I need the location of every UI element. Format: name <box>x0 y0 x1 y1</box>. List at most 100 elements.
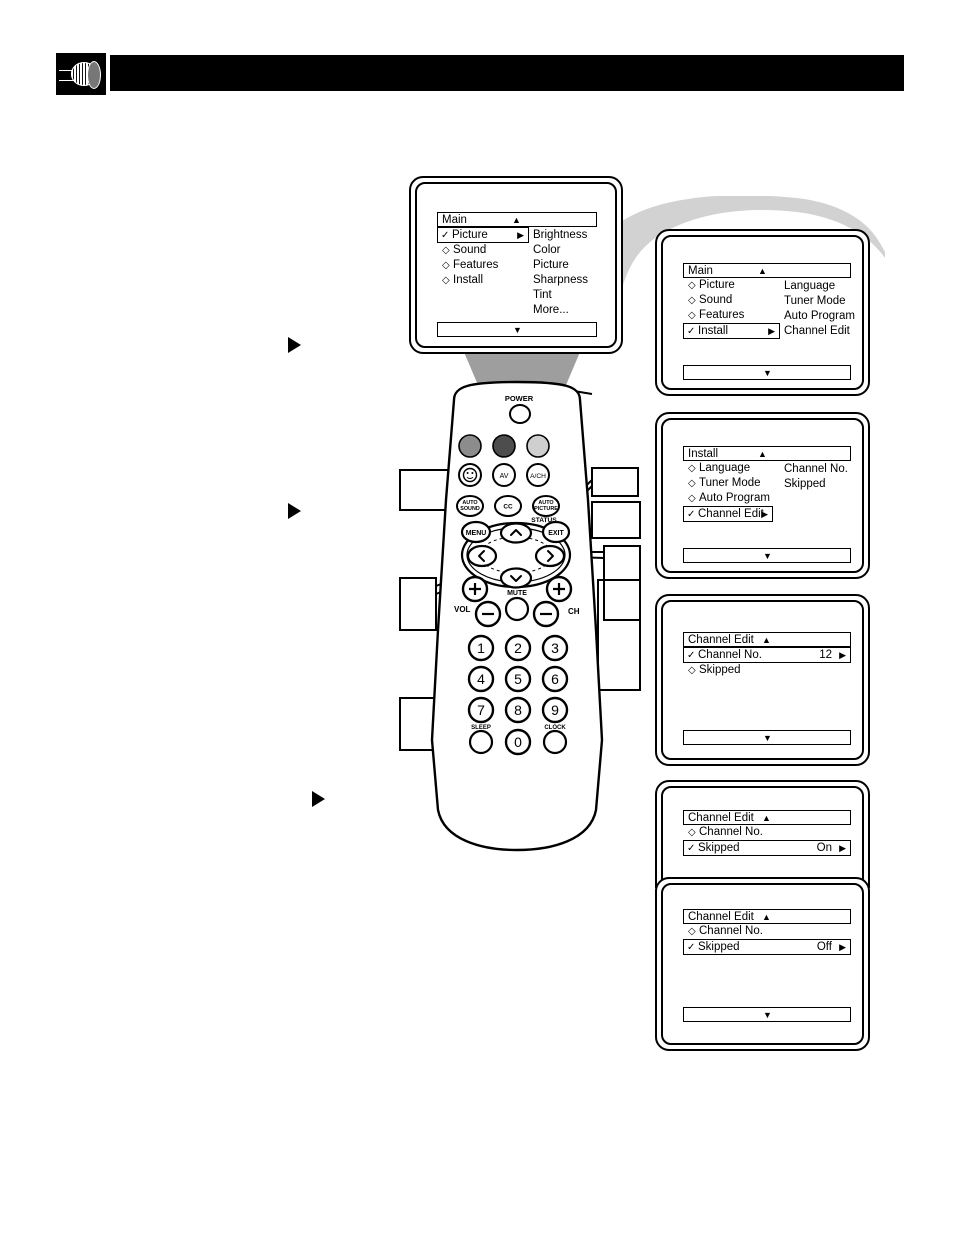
osd-item-label: Skipped <box>698 941 740 953</box>
submenu-arrow-icon: ▶ <box>517 230 524 240</box>
osd-item-label: Channel No. <box>699 925 763 937</box>
osd-item-channel-edit[interactable]: ✓ Channel Edit ▶ <box>683 506 773 522</box>
osd-title: Channel Edit ▲ <box>683 632 851 647</box>
osd-sub-channel-no[interactable]: Channel No. <box>784 462 848 477</box>
exit-label: EXIT <box>548 530 564 537</box>
color-button-1[interactable] <box>458 434 482 458</box>
submenu-arrow-icon: ▶ <box>839 942 846 952</box>
osd-scroll-down-bar[interactable]: ▼ <box>683 1007 851 1022</box>
osd-title-text: Channel Edit <box>688 812 754 824</box>
cursor-down-button[interactable] <box>499 567 533 589</box>
osd-item-features[interactable]: ◇ Features <box>437 258 597 273</box>
osd-channel-edit-skipped-on: Channel Edit ▲ ◇ Channel No. ✓ Skipped On … <box>683 810 851 856</box>
panel-main-install-selected: Main ▲ ◇ Picture ◇ Sound ◇ Features ✓ Instal… <box>655 229 870 396</box>
osd-item-label: Features <box>453 259 499 271</box>
color-button-3[interactable] <box>526 434 550 458</box>
osd-item-channel-no[interactable]: ✓ Channel No. 12 ▶ <box>683 647 851 663</box>
diamond-icon: ◇ <box>688 827 696 838</box>
osd-title: Install ▲ <box>683 446 851 461</box>
osd-title-text: Channel Edit <box>688 911 754 923</box>
osd-item-label: Sound <box>699 294 733 306</box>
osd-item-install[interactable]: ✓ Install ▶ <box>683 323 780 339</box>
osd-item-skipped[interactable]: ✓ Skipped On ▶ <box>683 840 851 856</box>
osd-sub-sharpness[interactable]: Sharpness <box>533 273 588 288</box>
scroll-down-arrow-icon: ▼ <box>763 1010 772 1020</box>
submenu-arrow-icon: ▶ <box>761 509 768 519</box>
mute-label: MUTE <box>507 590 527 597</box>
osd-sub-tuner-mode[interactable]: Tuner Mode <box>784 294 846 309</box>
osd-item-label: Picture <box>699 279 735 291</box>
osd-item-label: Channel No. <box>698 649 762 661</box>
diamond-icon: ◇ <box>688 310 696 321</box>
osd-title-text: Channel Edit <box>688 634 754 646</box>
submenu-arrow-icon: ▶ <box>768 326 775 336</box>
cursor-up-button[interactable] <box>499 522 533 544</box>
key-4-label: 4 <box>477 671 485 687</box>
cursor-left-button[interactable] <box>466 544 498 568</box>
submenu-arrow-icon: ▶ <box>839 650 846 660</box>
key-0-label: 0 <box>514 734 522 750</box>
osd-sub-auto-program[interactable]: Auto Program <box>784 309 855 324</box>
tv-screen-main-menu: Main ▲ ✓ Picture ▶ ◇ Sound ◇ Features ◇ Inst… <box>409 176 623 354</box>
osd-scroll-down-bar[interactable]: ▼ <box>437 322 597 337</box>
osd-title-text: Main <box>688 265 713 277</box>
osd-item-skipped[interactable]: ✓ Skipped Off ▶ <box>683 939 851 955</box>
osd-item-label: Language <box>699 462 751 474</box>
scroll-up-arrow-icon: ▲ <box>758 449 767 459</box>
osd-channel-edit-menu: Channel Edit ▲ ✓ Channel No. 12 ▶ ◇ Skippe… <box>683 632 851 745</box>
osd-item-channel-no[interactable]: ◇ Channel No. <box>683 825 851 840</box>
panel-channel-edit-channel-no: Channel Edit ▲ ✓ Channel No. 12 ▶ ◇ Skippe… <box>655 594 870 766</box>
check-icon: ✓ <box>441 230 450 241</box>
osd-scroll-down-bar[interactable]: ▼ <box>683 548 851 563</box>
check-icon: ✓ <box>687 843 696 854</box>
osd-item-picture[interactable]: ✓ Picture ▶ <box>437 227 529 243</box>
color-button-2[interactable] <box>492 434 516 458</box>
osd-item-tuner-mode[interactable]: ◇ Tuner Mode <box>683 476 851 491</box>
osd-item-skipped[interactable]: ◇ Skipped <box>683 663 851 678</box>
av-label: AV <box>500 473 509 480</box>
smiley-button[interactable] <box>458 463 482 487</box>
power-button[interactable] <box>509 404 531 424</box>
osd-sub-more[interactable]: More... <box>533 303 569 318</box>
osd-item-sound[interactable]: ◇ Sound <box>437 243 597 258</box>
step-bullet-1 <box>288 337 301 353</box>
diamond-icon: ◇ <box>688 463 696 474</box>
osd-sub-brightness[interactable]: Brightness <box>533 228 587 243</box>
step-bullet-2 <box>288 503 301 519</box>
osd-channel-edit-skipped-off: Channel Edit ▲ ◇ Channel No. ✓ Skipped Off… <box>683 909 851 1022</box>
osd-sub-channel-edit[interactable]: Channel Edit <box>784 324 850 339</box>
osd-scroll-down-bar[interactable]: ▼ <box>683 365 851 380</box>
osd-sub-language[interactable]: Language <box>784 279 835 294</box>
diamond-icon: ◇ <box>688 478 696 489</box>
diamond-icon: ◇ <box>688 926 696 937</box>
osd-scroll-down-bar[interactable]: ▼ <box>683 730 851 745</box>
menu-label: MENU <box>466 530 487 537</box>
cursor-right-button[interactable] <box>534 544 566 568</box>
scroll-down-arrow-icon: ▼ <box>513 325 522 335</box>
sleep-button[interactable] <box>468 729 494 755</box>
osd-item-label: Channel Edit <box>698 508 764 520</box>
skipped-value: On <box>816 842 832 854</box>
clock-button[interactable] <box>542 729 568 755</box>
osd-item-label: Features <box>699 309 745 321</box>
key-8-label: 8 <box>514 702 522 718</box>
diamond-icon: ◇ <box>688 665 696 676</box>
osd-item-label: Install <box>453 274 484 286</box>
osd-title: Main ▲ <box>437 212 597 227</box>
osd-item-label: Tuner Mode <box>699 477 761 489</box>
manual-page: Main ▲ ✓ Picture ▶ ◇ Sound ◇ Features ◇ Inst… <box>0 0 954 1235</box>
osd-sub-color[interactable]: Color <box>533 243 560 258</box>
osd-sub-picture[interactable]: Picture <box>533 258 569 273</box>
scroll-up-arrow-icon: ▲ <box>762 813 771 823</box>
osd-title-text: Install <box>688 448 719 460</box>
osd-sub-skipped[interactable]: Skipped <box>784 477 826 492</box>
osd-sub-tint[interactable]: Tint <box>533 288 552 303</box>
mute-button[interactable] <box>504 596 530 622</box>
cc-label: CC <box>503 504 513 511</box>
diamond-icon: ◇ <box>688 295 696 306</box>
osd-item-auto-program[interactable]: ◇ Auto Program <box>683 491 851 506</box>
osd-item-channel-no[interactable]: ◇ Channel No. <box>683 924 851 939</box>
coaxial-cable-connector-icon <box>56 53 106 95</box>
check-icon: ✓ <box>687 942 696 953</box>
osd-item-label: Install <box>698 325 729 337</box>
